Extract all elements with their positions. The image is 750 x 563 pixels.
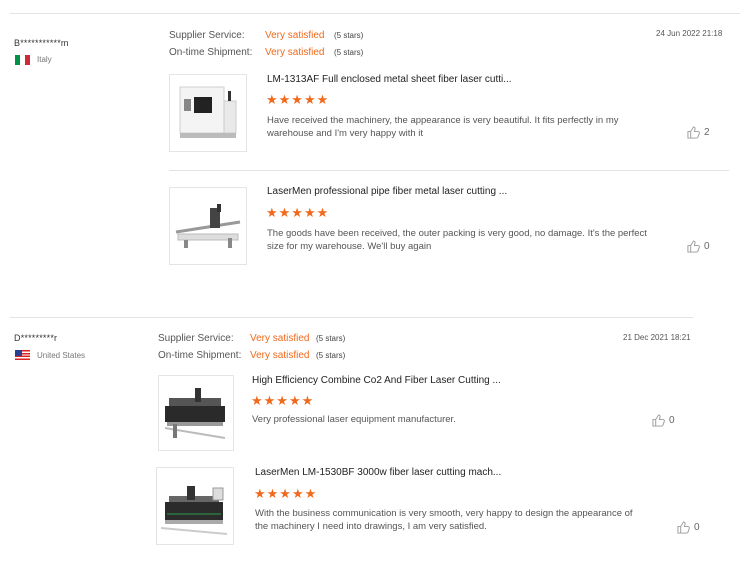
like-button[interactable]: 0 — [677, 521, 700, 534]
supplier-service-stars: (5 stars) — [334, 31, 364, 40]
rating-stars: ★★★★★ — [266, 205, 330, 220]
product-title[interactable]: LM-1313AF Full enclosed metal sheet fibe… — [267, 74, 512, 85]
fiber-laser-machine-image — [160, 486, 228, 535]
rating-stars: ★★★★★ — [266, 92, 330, 107]
thumbs-up-icon — [687, 126, 700, 139]
reviewer-country: United States — [37, 351, 86, 360]
thumbs-up-icon — [652, 414, 665, 427]
product-thumbnail[interactable] — [169, 187, 247, 265]
review-divider — [10, 317, 693, 318]
review-text: Very professional laser equipment manufa… — [252, 414, 456, 425]
review-text: With the business communication is very … — [255, 508, 633, 532]
reviewer-country: Italy — [37, 55, 52, 64]
review-text: Have received the machinery, the appeara… — [267, 115, 619, 139]
co2-fiber-laser-machine-image — [164, 388, 226, 439]
product-thumbnail[interactable] — [158, 375, 234, 451]
supplier-service-value: Very satisfied — [265, 30, 325, 41]
like-button[interactable]: 0 — [652, 414, 675, 427]
enclosed-laser-machine-image — [179, 86, 237, 138]
product-title[interactable]: LaserMen LM-1530BF 3000w fiber laser cut… — [255, 467, 501, 478]
like-count: 2 — [704, 127, 710, 138]
item-divider — [169, 170, 729, 171]
supplier-service-label: Supplier Service: — [169, 30, 245, 41]
thumbs-up-icon — [687, 240, 700, 253]
italy-flag-icon — [15, 55, 30, 65]
usa-flag-icon — [15, 350, 30, 360]
top-divider — [10, 13, 740, 14]
rating-stars: ★★★★★ — [254, 486, 318, 501]
like-count: 0 — [694, 522, 700, 533]
supplier-service-stars: (5 stars) — [316, 334, 346, 343]
product-title[interactable]: LaserMen professional pipe fiber metal l… — [267, 186, 507, 197]
like-button[interactable]: 0 — [687, 240, 710, 253]
review-date: 21 Dec 2021 18:21 — [623, 333, 691, 342]
product-thumbnail[interactable] — [169, 74, 247, 152]
shipment-value: Very satisfied — [265, 47, 325, 58]
shipment-label: On-time Shipment: — [169, 47, 253, 58]
reviewer-name: D*********r — [14, 333, 58, 343]
like-button[interactable]: 2 — [687, 126, 710, 139]
shipment-stars: (5 stars) — [316, 351, 346, 360]
review-date: 24 Jun 2022 21:18 — [656, 29, 723, 38]
like-count: 0 — [669, 415, 675, 426]
product-thumbnail[interactable] — [156, 467, 234, 545]
product-title[interactable]: High Efficiency Combine Co2 And Fiber La… — [252, 375, 501, 386]
review-text: The goods have been received, the outer … — [267, 228, 647, 252]
reviewer-name: B***********m — [14, 38, 69, 48]
supplier-service-value: Very satisfied — [250, 333, 310, 344]
rating-stars: ★★★★★ — [251, 393, 315, 408]
like-count: 0 — [704, 241, 710, 252]
shipment-label: On-time Shipment: — [158, 350, 242, 361]
shipment-value: Very satisfied — [250, 350, 310, 361]
pipe-laser-machine-image — [175, 204, 241, 248]
shipment-stars: (5 stars) — [334, 48, 364, 57]
supplier-service-label: Supplier Service: — [158, 333, 234, 344]
thumbs-up-icon — [677, 521, 690, 534]
